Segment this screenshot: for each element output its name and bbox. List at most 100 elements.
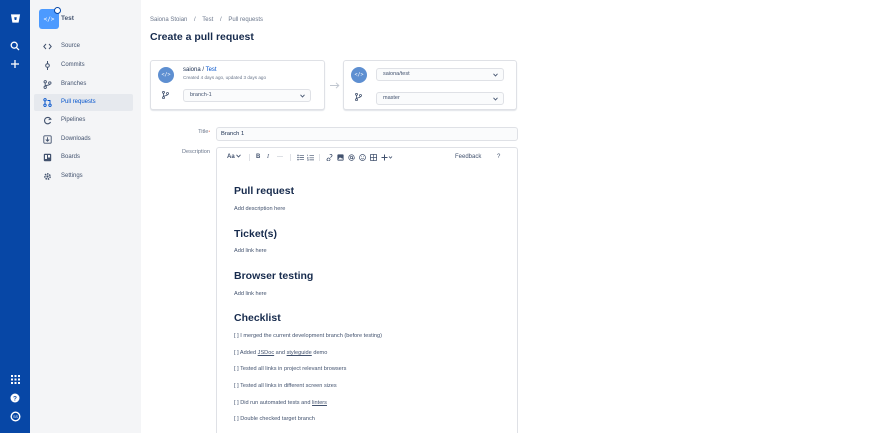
toolbar-divider — [319, 154, 320, 161]
text-style-dropdown[interactable]: Aa — [227, 154, 242, 161]
gear-icon — [44, 173, 51, 180]
text-style-label: Aa — [227, 154, 235, 160]
chevron-down-icon — [493, 73, 498, 77]
global-nav: ? SS — [0, 0, 30, 433]
image-icon[interactable] — [337, 154, 344, 161]
sidebar-item-settings[interactable]: Settings — [34, 168, 133, 185]
breadcrumb-owner[interactable]: Saiona Stoian — [150, 17, 187, 23]
source-repo-avatar: </> — [158, 67, 174, 83]
link-icon[interactable] — [326, 154, 333, 161]
checklist-text: demo — [311, 350, 328, 356]
more-formatting-button[interactable]: ··· — [277, 154, 283, 161]
sidebar-item-label: Pipelines — [61, 117, 86, 123]
breadcrumb-repo[interactable]: Test — [202, 17, 213, 23]
breadcrumb: Saiona Stoian / Test / Pull requests — [150, 17, 268, 23]
source-repo-owner: saiona — [183, 67, 201, 73]
title-label-text: Title — [198, 129, 209, 135]
title-label: Title* — [150, 129, 210, 135]
commit-icon — [45, 61, 50, 70]
bullet-list-icon[interactable] — [297, 154, 304, 161]
insert-plus-icon[interactable] — [381, 154, 393, 161]
paragraph-add-description: Add description here — [234, 206, 286, 212]
required-marker: * — [208, 129, 210, 134]
source-repo-name: saiona / Test — [183, 67, 217, 73]
mention-icon[interactable] — [348, 154, 355, 161]
toolbar-divider — [249, 154, 250, 161]
sidebar-item-label: Commits — [61, 62, 85, 68]
checklist-item: [ ] I merged the current development bra… — [234, 333, 383, 339]
board-icon — [43, 153, 52, 162]
sidebar-item-downloads[interactable]: Downloads — [34, 131, 133, 148]
description-label: Description — [182, 149, 210, 155]
sidebar-item-pipelines[interactable]: Pipelines — [34, 112, 133, 129]
page-title: Create a pull request — [150, 31, 254, 43]
paragraph-ticket-link: Add link here — [234, 248, 267, 254]
app-switcher-icon[interactable] — [0, 371, 30, 387]
project-status-badge — [54, 7, 61, 14]
chevron-down-icon — [300, 94, 305, 98]
italic-button[interactable]: I — [267, 154, 269, 161]
source-card: </> saiona / Test Created 4 days ago, up… — [150, 60, 325, 110]
sidebar-item-label: Settings — [61, 173, 83, 179]
project-sidebar: </> Test Source Commits Branches Pull re… — [30, 0, 141, 433]
source-branch-value: branch-1 — [190, 92, 212, 98]
arrow-right-icon — [330, 82, 340, 89]
branch-icon — [43, 80, 52, 89]
sidebar-item-label: Boards — [61, 154, 81, 160]
checklist-item: [ ] Double checked target branch — [234, 416, 315, 422]
code-icon — [43, 43, 52, 50]
destination-branch-select[interactable]: master — [376, 92, 504, 105]
user-avatar-icon[interactable]: SS — [0, 408, 30, 424]
checklist-item: [ ] Tested all links in project relevant… — [234, 366, 347, 372]
breadcrumb-pull-requests[interactable]: Pull requests — [228, 17, 263, 23]
sidebar-item-branches[interactable]: Branches — [34, 76, 133, 93]
jsdoc-link[interactable]: JSDoc — [258, 350, 274, 356]
svg-text:SS: SS — [13, 415, 18, 419]
heading-tickets: Ticket(s) — [234, 228, 277, 240]
source-repo-link[interactable]: Test — [206, 67, 217, 73]
branch-icon — [162, 91, 169, 99]
destination-repo-select[interactable]: saiona/test — [376, 68, 504, 81]
description-editor[interactable]: Aa B I ··· Feedback ? Pull request Add d… — [216, 147, 518, 433]
feedback-button[interactable]: Feedback — [455, 154, 481, 160]
destination-card: </> saiona/test master — [343, 60, 517, 110]
sidebar-item-commits[interactable]: Commits — [34, 57, 133, 74]
source-branch-select[interactable]: branch-1 — [183, 89, 311, 102]
checklist-item: [ ] Tested all links in different screen… — [234, 383, 337, 389]
numbered-list-icon[interactable] — [307, 154, 314, 161]
pipelines-icon — [43, 116, 52, 125]
emoji-icon[interactable] — [359, 154, 366, 161]
source-repo-meta: Created 4 days ago, updated 3 days ago — [183, 75, 267, 80]
chevron-down-icon — [493, 97, 498, 101]
pull-request-icon — [43, 98, 52, 107]
help-icon[interactable]: ? — [0, 390, 30, 406]
checklist-text: [ ] Added — [234, 350, 258, 356]
bitbucket-logo-icon[interactable] — [0, 10, 30, 26]
heading-browser-testing: Browser testing — [234, 270, 314, 282]
toolbar-divider — [290, 154, 291, 161]
bold-button[interactable]: B — [256, 154, 260, 161]
sidebar-item-label: Pull requests — [61, 99, 96, 105]
sidebar-item-label: Downloads — [61, 136, 91, 142]
project-name[interactable]: Test — [61, 15, 74, 22]
heading-checklist: Checklist — [234, 312, 281, 324]
sidebar-item-label: Source — [61, 43, 81, 49]
chevron-down-icon — [236, 154, 242, 159]
checklist-text: and — [274, 350, 287, 356]
heading-pull-request: Pull request — [234, 185, 295, 197]
sidebar-item-pull-requests[interactable]: Pull requests — [34, 94, 133, 111]
styleguide-link[interactable]: styleguide — [287, 350, 312, 356]
breadcrumb-separator: / — [219, 17, 222, 23]
search-icon[interactable] — [0, 38, 30, 54]
create-plus-icon[interactable] — [0, 56, 30, 72]
linters-link[interactable]: linters — [312, 400, 327, 406]
destination-repo-avatar: </> — [351, 67, 367, 83]
help-button[interactable]: ? — [497, 154, 500, 160]
destination-repo-value: saiona/test — [383, 71, 410, 77]
title-input[interactable]: Branch 1 — [216, 127, 518, 141]
svg-text:?: ? — [13, 395, 17, 402]
sidebar-item-boards[interactable]: Boards — [34, 149, 133, 166]
sidebar-item-source[interactable]: Source — [34, 38, 133, 55]
table-icon[interactable] — [370, 154, 377, 161]
download-icon — [43, 135, 52, 144]
